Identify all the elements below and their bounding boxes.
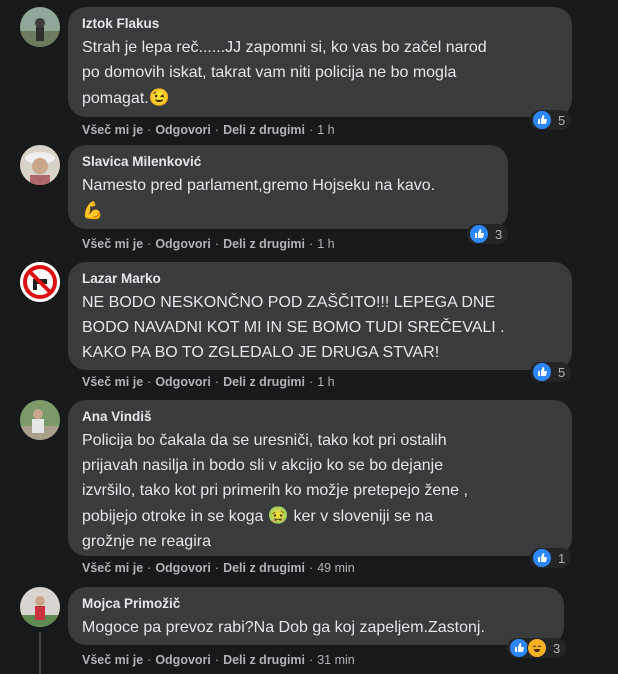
haha-icon <box>527 638 547 658</box>
reaction-count[interactable]: 5 <box>530 362 572 382</box>
share-button[interactable]: Deli z drugimi <box>223 561 305 575</box>
reaction-count[interactable]: 3 <box>467 224 509 244</box>
comment-bubble: Iztok Flakus Strah je lepa reč......JJ z… <box>68 7 572 117</box>
comment-bubble: Mojca Primožič Mogoce pa prevoz rabi?Na … <box>68 587 564 645</box>
like-button[interactable]: Všeč mi je <box>82 561 143 575</box>
author-name[interactable]: Ana Vindiš <box>82 408 560 426</box>
comment-actions: Všeč mi je · Odgovori · Deli z drugimi · 31 mi… <box>82 653 355 667</box>
share-button[interactable]: Deli z drugimi <box>223 237 305 251</box>
comment-actions: Všeč mi je · Odgovori · Deli z drugimi · 1 h <box>82 237 335 251</box>
timestamp[interactable]: 1 h <box>317 237 334 251</box>
avatar[interactable] <box>20 587 60 627</box>
avatar-photo-icon <box>20 400 60 440</box>
timestamp[interactable]: 31 min <box>317 653 355 667</box>
comment-text: Strah je lepa reč......JJ zapomni si, ko… <box>82 35 560 111</box>
comment-text: Policija bo čakala da se uresniči, tako … <box>82 432 468 550</box>
like-button[interactable]: Všeč mi je <box>82 123 143 137</box>
reply-button[interactable]: Odgovori <box>155 653 211 667</box>
share-button[interactable]: Deli z drugimi <box>223 375 305 389</box>
comment-bubble: Lazar Marko NE BODO NESKONČNO POD ZAŠČIT… <box>68 262 572 370</box>
reaction-count[interactable]: 5 <box>530 110 572 130</box>
share-button[interactable]: Deli z drugimi <box>223 653 305 667</box>
timestamp[interactable]: 1 h <box>317 375 334 389</box>
comment-actions: Všeč mi je · Odgovori · Deli z drugimi · 49 mi… <box>82 561 355 575</box>
reply-button[interactable]: Odgovori <box>155 123 211 137</box>
avatar-photo-icon <box>20 145 60 185</box>
like-icon <box>532 110 552 130</box>
author-name[interactable]: Slavica Milenković <box>82 153 496 171</box>
author-name[interactable]: Iztok Flakus <box>82 15 560 33</box>
comment-actions: Všeč mi je · Odgovori · Deli z drugimi · 1 h <box>82 375 335 389</box>
share-button[interactable]: Deli z drugimi <box>223 123 305 137</box>
comment-bubble: Slavica Milenković Namesto pred parlamen… <box>68 145 508 229</box>
comment-text: NE BODO NESKONČNO POD ZAŠČITO!!! LEPEGA … <box>82 294 505 361</box>
comment-actions: Všeč mi je · Odgovori · Deli z drugimi · 1 h <box>82 123 335 137</box>
avatar-photo-icon <box>20 587 60 627</box>
avatar-photo-icon <box>20 7 60 47</box>
thread-line <box>39 632 41 674</box>
reply-button[interactable]: Odgovori <box>155 561 211 575</box>
flexed-biceps-emoji-icon: 💪 <box>82 201 104 220</box>
comment-text: Mogoce pa prevoz rabi?Na Dob ga koj zape… <box>82 619 485 636</box>
no-gun-sign-icon <box>20 262 60 302</box>
comment-bubble: Ana Vindiš Policija bo čakala da se ures… <box>68 400 572 556</box>
reply-button[interactable]: Odgovori <box>155 237 211 251</box>
author-name[interactable]: Lazar Marko <box>82 270 560 288</box>
like-icon <box>532 548 552 568</box>
author-name[interactable]: Mojca Primožič <box>82 595 552 613</box>
avatar[interactable] <box>20 400 60 440</box>
timestamp[interactable]: 1 h <box>317 123 334 137</box>
reaction-count[interactable]: 3 <box>507 638 567 658</box>
like-icon <box>532 362 552 382</box>
like-icon <box>509 638 529 658</box>
timestamp[interactable]: 49 min <box>317 561 355 575</box>
avatar[interactable] <box>20 262 60 302</box>
avatar[interactable] <box>20 7 60 47</box>
avatar[interactable] <box>20 145 60 185</box>
comment-text: Namesto pred parlament,gremo Hojseku na … <box>82 173 496 224</box>
reply-button[interactable]: Odgovori <box>155 375 211 389</box>
like-button[interactable]: Všeč mi je <box>82 375 143 389</box>
like-button[interactable]: Všeč mi je <box>82 653 143 667</box>
wink-emoji-icon: 😉 <box>148 88 170 107</box>
nauseated-face-emoji-icon: 🤢 <box>267 506 290 525</box>
like-button[interactable]: Všeč mi je <box>82 237 143 251</box>
reaction-count[interactable]: 1 <box>530 548 572 568</box>
like-icon <box>469 224 489 244</box>
